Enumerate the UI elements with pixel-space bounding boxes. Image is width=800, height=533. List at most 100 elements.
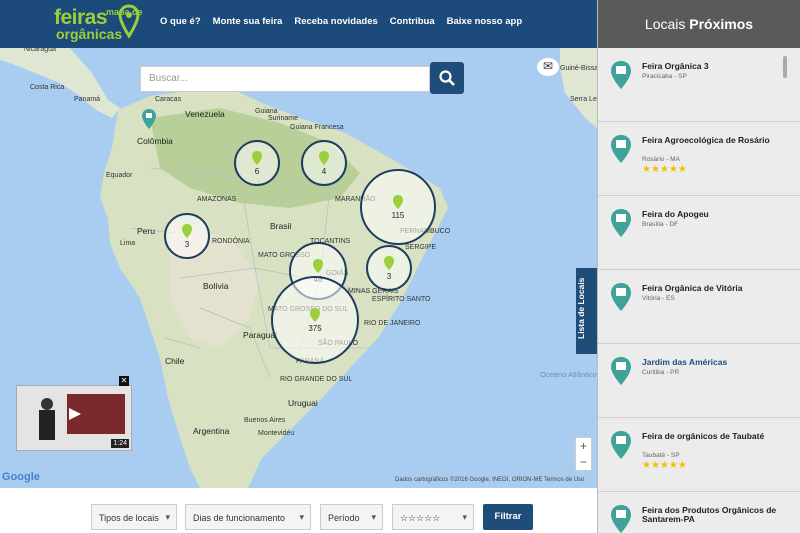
nav-o-que-e[interactable]: O que é? xyxy=(160,16,201,27)
cluster-marker[interactable]: 375 xyxy=(271,276,359,364)
item-rating: ★★★★★ xyxy=(642,460,687,471)
list-item[interactable]: Feira Agroecológica de Rosário Rosário -… xyxy=(598,122,800,196)
label-country: Venezuela xyxy=(185,109,225,119)
cluster-marker[interactable]: 4 xyxy=(301,140,347,186)
label-city: Panamá xyxy=(74,96,101,103)
nearby-panel: Locais Próximos Feira Orgânica 3 Piracic… xyxy=(597,0,800,533)
item-city: Brasília - DF xyxy=(642,221,679,228)
label-country: Brasil xyxy=(270,221,292,231)
label-city: Buenos Aires xyxy=(244,417,286,424)
cluster-pin-icon xyxy=(313,259,323,273)
label-city: Serra Leoa xyxy=(570,96,597,103)
cluster-pin-icon xyxy=(384,256,394,270)
list-item[interactable]: Feira dos Produtos Orgânicos de Santarem… xyxy=(598,492,800,533)
mail-icon[interactable]: ✉ xyxy=(537,58,559,76)
item-city: Curitiba - PR xyxy=(642,369,680,376)
nav-contribua[interactable]: Contribua xyxy=(390,16,435,27)
label-region: RONDÔNIA xyxy=(212,238,250,245)
market-pin-icon xyxy=(611,135,631,163)
item-name: Feira Orgânica 3 xyxy=(642,61,709,71)
search-input[interactable]: Buscar... xyxy=(140,66,430,92)
label-country: Guiana Francesa xyxy=(290,124,344,131)
panel-title: Locais Próximos xyxy=(598,0,800,48)
google-logo: Google xyxy=(2,471,40,483)
cluster-marker[interactable]: 6 xyxy=(234,140,280,186)
cluster-count: 3 xyxy=(386,272,392,281)
label-country: Nicarágua xyxy=(24,48,56,53)
list-item[interactable]: Jardim das Américas Curitiba - PR xyxy=(598,344,800,418)
label-country: Peru xyxy=(137,226,155,236)
market-pin-icon xyxy=(611,431,631,459)
rating-select[interactable]: ☆☆☆☆☆ xyxy=(392,504,474,530)
nav-receba-novidades[interactable]: Receba novidades xyxy=(294,16,377,27)
filter-button[interactable]: Filtrar xyxy=(483,504,533,530)
close-icon[interactable]: ✕ xyxy=(119,376,129,386)
label-city: Montevidéu xyxy=(258,430,295,437)
video-thumbnail[interactable]: ✕ 1:24 xyxy=(16,376,132,451)
label-country: Guiana xyxy=(255,108,278,115)
item-rating: ★★★★★ xyxy=(642,164,687,175)
map-area[interactable]: Nicarágua Costa Rica Panamá Venezuela Ca… xyxy=(0,48,597,488)
panel-title-b: Próximos xyxy=(689,16,754,32)
label-city: Lima xyxy=(120,240,136,247)
zoom-in-button[interactable]: + xyxy=(576,438,591,454)
label-country: Uruguai xyxy=(288,398,318,408)
map-credits[interactable]: Dados cartográficos ©2016 Google, INEGI,… xyxy=(395,477,584,483)
tipos-locais-select[interactable]: Tipos de locais xyxy=(91,504,177,530)
dias-funcionamento-select[interactable]: Dias de funcionamento xyxy=(185,504,311,530)
list-item[interactable]: Feira do Apogeu Brasília - DF xyxy=(598,196,800,270)
cluster-pin-icon xyxy=(310,308,320,322)
label-country: Colômbia xyxy=(137,136,173,146)
site-logo[interactable]: feiras mapa de orgânicas xyxy=(52,3,147,45)
list-item[interactable]: Feira Orgânica de Vitória Vitória - ES xyxy=(598,270,800,344)
zoom-control[interactable]: + − xyxy=(575,437,592,471)
search-icon xyxy=(439,70,455,86)
label-country: Chile xyxy=(165,356,185,366)
market-pin-icon xyxy=(611,505,631,533)
label-city: Caracas xyxy=(155,96,182,103)
label-city: Costa Rica xyxy=(30,84,65,91)
logo-pin-icon xyxy=(118,4,140,39)
item-city: Vitória - ES xyxy=(642,295,675,302)
list-item[interactable]: Feira Orgânica 3 Piracicaba - SP xyxy=(598,48,800,122)
market-pin-icon xyxy=(611,357,631,385)
item-city: Piracicaba - SP xyxy=(642,73,687,80)
list-item[interactable]: Feira de orgânicos de Taubaté Taubaté - … xyxy=(598,418,800,492)
label-country: Equador xyxy=(106,172,133,179)
market-pin-icon xyxy=(611,209,631,237)
nav-baixe-app[interactable]: Baixe nosso app xyxy=(447,16,523,27)
list-locais-tab[interactable]: Lista de Locais xyxy=(576,268,597,354)
panel-title-a: Locais xyxy=(644,16,690,32)
cluster-marker[interactable]: 3 xyxy=(366,245,412,291)
cluster-marker[interactable]: 115 xyxy=(360,169,436,245)
label-region: RIO DE JANEIRO xyxy=(364,320,421,327)
cluster-marker[interactable]: 3 xyxy=(164,213,210,259)
main-nav: O que é? Monte sua feira Receba novidade… xyxy=(160,16,522,27)
search-button[interactable] xyxy=(430,62,464,94)
item-city: Rosário - MA xyxy=(642,156,680,163)
map-pin-icon[interactable] xyxy=(141,108,157,130)
panel-scrollbar[interactable] xyxy=(783,56,787,78)
label-country: Bolívia xyxy=(203,281,229,291)
nav-monte-sua-feira[interactable]: Monte sua feira xyxy=(213,16,283,27)
label-region: AMAZONAS xyxy=(197,196,237,203)
top-navbar: feiras mapa de orgânicas O que é? Monte … xyxy=(0,0,597,48)
nearby-list: Feira Orgânica 3 Piracicaba - SP Feira A… xyxy=(598,48,800,533)
label-region: ESPÍRITO SANTO xyxy=(372,296,431,303)
filter-bar: Tipos de locais Dias de funcionamento Pe… xyxy=(0,488,597,533)
item-name: Jardim das Américas xyxy=(642,357,728,367)
cluster-count: 6 xyxy=(254,167,260,176)
market-pin-icon xyxy=(611,61,631,89)
item-name: Feira Agroecológica de Rosário xyxy=(642,135,770,145)
cluster-pin-icon xyxy=(319,151,329,165)
zoom-out-button[interactable]: − xyxy=(576,454,591,470)
label-country: Suriname xyxy=(268,115,298,122)
logo-sub: orgânicas xyxy=(56,26,123,42)
cluster-pin-icon xyxy=(252,151,262,165)
label-ocean: Oceano Atlântico Sul xyxy=(540,370,597,379)
item-city: Taubaté - SP xyxy=(642,452,680,459)
periodo-select[interactable]: Período xyxy=(320,504,383,530)
label-region: SERGIPE xyxy=(405,244,437,251)
cluster-count: 375 xyxy=(308,324,322,333)
cluster-count: 3 xyxy=(184,240,190,249)
